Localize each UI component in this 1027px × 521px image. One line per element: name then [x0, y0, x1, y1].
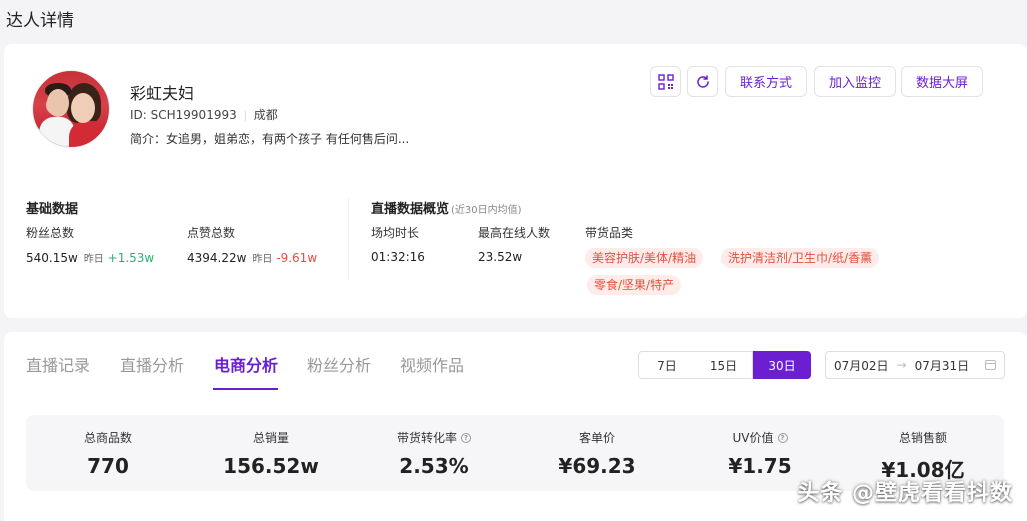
fans-total: 540.15w [26, 251, 78, 265]
likes-yday-label: 昨日 [252, 254, 273, 265]
category-tag[interactable]: 美容护肤/美体/精油 [585, 248, 704, 268]
refresh-button[interactable] [687, 66, 718, 97]
stat-value: 2.53% [399, 454, 469, 478]
add-monitor-button[interactable]: 加入监控 [814, 66, 896, 97]
refresh-icon [696, 74, 709, 88]
avatar [32, 70, 110, 148]
range-30d-button[interactable]: 30日 [753, 351, 811, 379]
live-overview-subtitle: (近30日内均值) [451, 205, 522, 216]
range-7d-button[interactable]: 7日 [638, 351, 696, 379]
stat-total-sales: 总销量 156.52w [189, 429, 353, 478]
stat-label: 总商品数 [83, 431, 132, 445]
user-id: ID: SCH19901993 [130, 108, 237, 122]
likes-value: 4394.22w 昨日 -9.61w [187, 250, 317, 265]
stat-total-products: 总商品数 770 [26, 429, 190, 478]
basic-data-title: 基础数据 [26, 202, 79, 217]
date-range-picker[interactable]: 07月02日 → 07月31日 [825, 351, 1005, 379]
stat-value: 770 [87, 454, 129, 478]
user-meta: ID: SCH19901993 成都 [130, 106, 278, 123]
likes-total: 4394.22w [187, 251, 247, 265]
qr-code-icon [657, 73, 674, 90]
fans-yday-label: 昨日 [83, 254, 104, 265]
user-location: 成都 [253, 108, 278, 122]
meta-divider [244, 110, 246, 121]
fans-label: 粉丝总数 [26, 226, 75, 240]
page-title: 达人详情 [6, 11, 74, 31]
stat-uv-value: UV价值? ¥1.75 [678, 429, 842, 478]
category-tag[interactable]: 零食/坚果/特产 [587, 275, 682, 295]
calendar-icon[interactable] [985, 360, 996, 370]
category-tag[interactable]: 洗护清洁剂/卫生巾/纸/香薰 [721, 248, 880, 268]
tab-fans-analysis[interactable]: 粉丝分析 [307, 352, 371, 376]
section-divider [348, 198, 349, 280]
range-15d-button[interactable]: 15日 [695, 351, 753, 379]
stat-label: 总销售额 [898, 431, 947, 445]
tab-video-works[interactable]: 视频作品 [400, 352, 464, 376]
tab-ecommerce-analysis[interactable]: 电商分析 [214, 352, 278, 376]
duration-value: 01:32:16 [371, 250, 425, 264]
peak-online-label: 最高在线人数 [478, 226, 551, 240]
stat-conversion-rate: 带货转化率? 2.53% [352, 429, 516, 478]
help-icon[interactable]: ? [777, 432, 788, 443]
fans-change: +1.53w [107, 251, 155, 265]
profile-card: 彩虹夫妇 ID: SCH19901993 成都 简介：女追男，姐弟恋，有两个孩子 … [4, 44, 1027, 318]
live-overview-title: 直播数据概览 (近30日内均值) [371, 202, 522, 217]
duration-label: 场均时长 [371, 226, 420, 240]
stat-avg-order-value: 客单价 ¥69.23 [515, 429, 679, 478]
tab-live-records[interactable]: 直播记录 [26, 352, 90, 376]
stat-label: 带货转化率 [396, 431, 457, 445]
likes-change: -9.61w [276, 251, 318, 265]
watermark: 头条 @壁虎看看抖数 [797, 481, 1013, 506]
data-screen-button[interactable]: 数据大屏 [901, 66, 983, 97]
stat-label: UV价值 [732, 431, 774, 445]
stat-label: 总销量 [252, 431, 289, 445]
date-start[interactable]: 07月02日 [834, 357, 889, 374]
stat-label: 客单价 [578, 431, 615, 445]
fans-value: 540.15w 昨日 +1.53w [26, 250, 154, 265]
stat-value: ¥69.23 [558, 454, 636, 478]
stat-value: 156.52w [223, 454, 319, 478]
qr-code-button[interactable] [650, 66, 681, 97]
peak-online-value: 23.52w [478, 250, 523, 264]
active-tab-indicator [213, 388, 278, 390]
tab-live-analysis[interactable]: 直播分析 [120, 352, 184, 376]
contact-button[interactable]: 联系方式 [725, 66, 807, 97]
user-name: 彩虹夫妇 [130, 84, 195, 103]
user-bio: 简介：女追男，姐弟恋，有两个孩子 有任何售后问... [130, 132, 410, 146]
likes-label: 点赞总数 [187, 226, 236, 240]
categories-label: 带货品类 [585, 226, 634, 240]
date-end[interactable]: 07月31日 [915, 357, 970, 374]
help-icon[interactable]: ? [461, 432, 471, 443]
date-arrow: → [896, 358, 907, 372]
